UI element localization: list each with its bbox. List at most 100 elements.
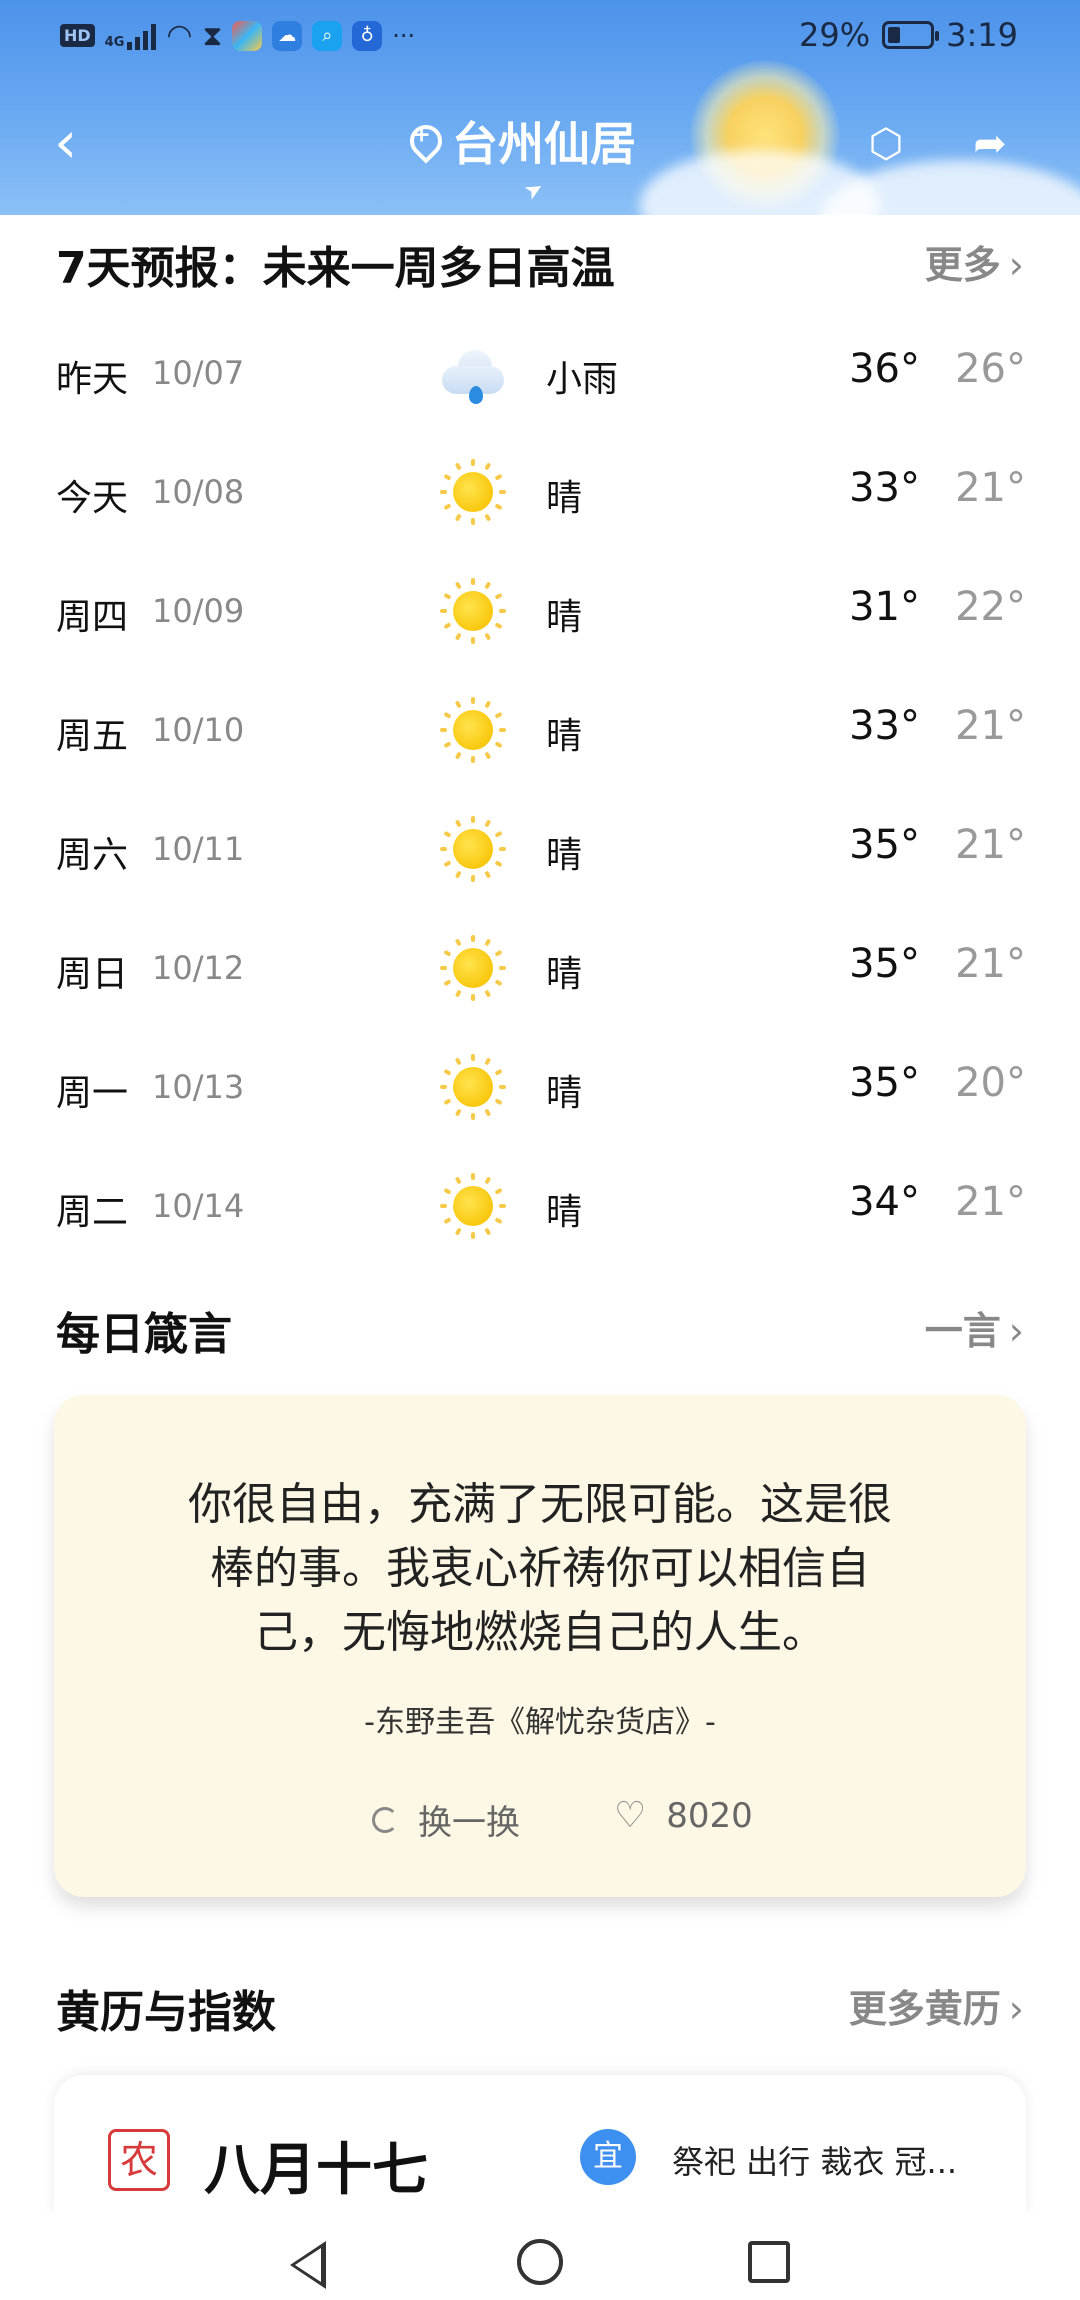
lightning-hexagon-icon[interactable]: ⬡: [856, 114, 916, 174]
quote-more-link[interactable]: 一言 ›: [925, 1300, 1024, 1355]
forecast-date: 10/11: [152, 830, 245, 868]
battery-percent: 29%: [799, 16, 871, 54]
forecast-date: 10/13: [152, 1068, 245, 1106]
forecast-day: 昨天: [56, 359, 129, 400]
forecast-high-temp: 33°: [849, 703, 920, 749]
chevron-right-icon: ›: [1008, 243, 1024, 287]
sun-icon: [440, 1173, 506, 1239]
city-name: 台州仙居: [452, 117, 636, 171]
like-button[interactable]: ♡ 8020: [614, 1795, 753, 1836]
sun-icon: [440, 578, 506, 644]
forecast-row[interactable]: 周一 10/13 晴 35° 20°: [0, 1026, 1080, 1145]
quote-text: 你很自由，充满了无限可能。这是很 棒的事。我衷心祈祷你可以相信自 己，无悔地燃烧…: [134, 1473, 946, 1665]
hourglass-icon: ⧗: [202, 18, 223, 52]
forecast-low-temp: 21°: [955, 941, 1026, 987]
location-arrow-icon: ➤: [519, 175, 549, 206]
forecast-day: 周二: [56, 1192, 129, 1233]
quote-more-label: 一言: [924, 1309, 1001, 1353]
clock-time: 3:19: [946, 16, 1018, 54]
system-navigation-bar: [0, 2215, 1080, 2300]
forecast-condition: 小雨: [546, 359, 619, 400]
forecast-row[interactable]: 周六 10/11 晴 35° 21°: [0, 788, 1080, 907]
forecast-row[interactable]: 周日 10/12 晴 35° 21°: [0, 907, 1080, 1026]
forecast-title: 7天预报：未来一周多日高温: [56, 243, 615, 294]
sun-icon: [440, 816, 506, 882]
sun-icon: [440, 935, 506, 1001]
forecast-high-temp: 35°: [849, 941, 920, 987]
forecast-row[interactable]: 今天 10/08 晴 33° 21°: [0, 431, 1080, 550]
network-type: 4G: [104, 34, 125, 50]
forecast-low-temp: 21°: [955, 1179, 1026, 1225]
bulb-icon: ♁: [352, 20, 383, 51]
chevron-right-icon: ›: [1008, 1987, 1024, 2031]
almanac-more-link[interactable]: 更多黄历 ›: [849, 1978, 1024, 2033]
forecast-high-temp: 31°: [849, 584, 920, 630]
forecast-more-label: 更多: [924, 243, 1001, 287]
sun-icon: [440, 697, 506, 763]
forecast-row[interactable]: 周四 10/09 晴 31° 22°: [0, 550, 1080, 669]
forecast-row[interactable]: 周二 10/14 晴 34° 21°: [0, 1145, 1080, 1264]
weather-header: HD 4G ◠ ⧗ ☁ ⌕ ♁ ··· 29% 3:19 ‹ 台州仙居 ➤ ⬡ …: [0, 0, 1080, 215]
location-pin-icon: [403, 118, 449, 164]
heart-icon: ♡: [614, 1795, 647, 1836]
forecast-high-temp: 33°: [849, 465, 920, 511]
forecast-low-temp: 20°: [955, 1060, 1026, 1106]
wifi-icon: ◠: [166, 18, 193, 53]
forecast-low-temp: 21°: [955, 465, 1026, 511]
chevron-right-icon: ›: [1008, 1309, 1024, 1353]
forecast-row[interactable]: 周五 10/10 晴 33° 21°: [0, 669, 1080, 788]
forecast-condition: 晴: [546, 835, 583, 876]
forecast-day: 周六: [56, 835, 129, 876]
yi-activities: 祭祀 出行 裁衣 冠...: [672, 2143, 958, 2181]
battery-icon: [882, 21, 940, 49]
forecast-high-temp: 35°: [849, 822, 920, 868]
nav-back-icon[interactable]: [290, 2241, 326, 2289]
almanac-card[interactable]: 农 八月十七 宜 祭祀 出行 裁衣 冠...: [54, 2075, 1026, 2215]
forecast-date: 10/14: [152, 1187, 245, 1225]
forecast-day: 周日: [56, 954, 129, 995]
quote-line: 你很自由，充满了无限可能。这是很: [188, 1479, 892, 1530]
forecast-low-temp: 22°: [955, 584, 1026, 630]
share-icon[interactable]: ➦: [960, 114, 1020, 174]
forecast-condition: 晴: [546, 716, 583, 757]
forecast-date: 10/07: [152, 354, 245, 392]
city-selector[interactable]: 台州仙居: [403, 108, 636, 174]
quote-source: -东野圭吾《解忧杂货店》-: [364, 1705, 716, 1740]
nav-recents-icon[interactable]: [748, 2241, 790, 2283]
forecast-day: 周四: [56, 597, 129, 638]
nav-home-icon[interactable]: [517, 2239, 563, 2285]
forecast-high-temp: 36°: [849, 346, 920, 392]
hd-badge: HD: [60, 24, 95, 47]
sun-icon: [440, 459, 506, 525]
forecast-condition: 晴: [546, 478, 583, 519]
quote-line: 棒的事。我衷心祈祷你可以相信自: [210, 1543, 870, 1594]
battery-level-fill: [888, 27, 901, 43]
sun-icon: [440, 1054, 506, 1120]
forecast-date: 10/10: [152, 711, 245, 749]
forecast-low-temp: 21°: [955, 822, 1026, 868]
quote-card: 你很自由，充满了无限可能。这是很 棒的事。我衷心祈祷你可以相信自 己，无悔地燃烧…: [54, 1395, 1026, 1897]
refresh-icon: [372, 1806, 398, 1833]
forecast-date: 10/08: [152, 473, 245, 511]
lunar-badge: 农: [108, 2129, 170, 2191]
forecast-day: 周一: [56, 1073, 129, 1114]
search-app-icon: ⌕: [312, 20, 343, 51]
app-notification-icon: [232, 20, 263, 51]
forecast-condition: 晴: [546, 597, 583, 638]
rain-icon: [440, 340, 506, 406]
almanac-more-label: 更多黄历: [848, 1987, 1001, 2031]
forecast-row[interactable]: 昨天 10/07 小雨 36° 26°: [0, 312, 1080, 431]
forecast-more-link[interactable]: 更多 ›: [925, 234, 1024, 289]
more-notifications-indicator: ···: [392, 21, 416, 50]
yi-badge: 宜: [580, 2129, 636, 2185]
forecast-low-temp: 26°: [955, 346, 1026, 392]
quote-line: 己，无悔地燃烧自己的人生。: [254, 1607, 826, 1658]
refresh-button[interactable]: 换一换: [372, 1795, 520, 1844]
back-icon[interactable]: ‹: [54, 112, 114, 172]
forecast-high-temp: 35°: [849, 1060, 920, 1106]
cloud-icon: ☁: [272, 20, 303, 51]
signal-icon: 4G: [105, 22, 157, 50]
almanac-section-title: 黄历与指数: [56, 1987, 276, 2038]
quote-section-title: 每日箴言: [56, 1309, 232, 1360]
forecast-day: 今天: [56, 478, 129, 519]
